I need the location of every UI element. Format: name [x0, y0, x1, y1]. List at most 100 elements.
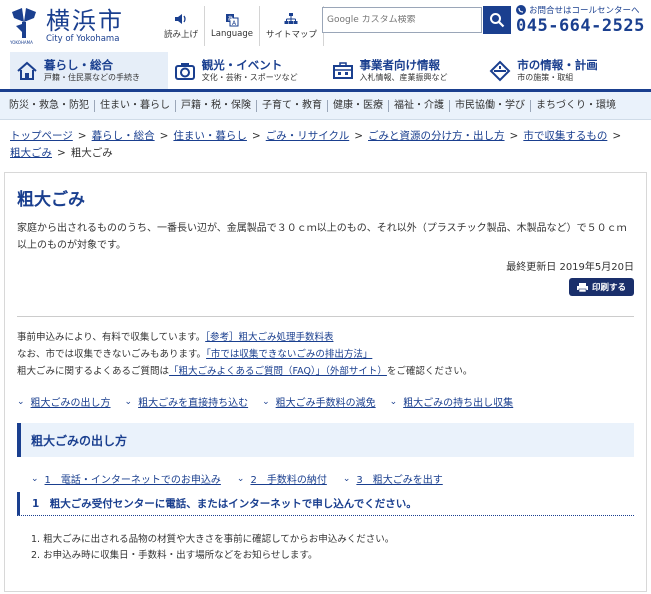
print-label: 印刷する [591, 283, 626, 293]
sub-nav-item-housing[interactable]: 住まい・暮らし [95, 99, 176, 112]
divider [17, 316, 634, 317]
contact-number[interactable]: 045-664-2525 [516, 16, 646, 36]
section-heading: 粗大ごみの出し方 [17, 423, 634, 457]
chevron-down-icon: ⌄ [236, 473, 245, 484]
main-nav: 暮らし・総合 戸籍・住民票などの手続き 観光・イベント 文化・芸術・スポーツなど… [0, 52, 651, 92]
logo-title: 横浜市 [46, 7, 124, 35]
faq-link[interactable]: 「粗大ごみよくあるご質問（FAQ）」（外部サイト） [169, 366, 387, 377]
search-button[interactable] [483, 6, 511, 34]
language-button[interactable]: あ A Language [205, 6, 260, 46]
notice-block: 事前申込みにより、有料で収集しています。［参考］粗大ごみ処理手数料表 なお、市で… [17, 329, 634, 380]
sub-nav-item-safety[interactable]: 防災・救急・防犯 [4, 99, 95, 112]
page-title: 粗大ごみ [17, 190, 85, 210]
sub-nav-item-citizen[interactable]: 市民協働・学び [450, 99, 531, 112]
anchor-links: ⌄ 粗大ごみの出し方 ⌄ 粗大ごみを直接持ち込む ⌄ 粗大ごみ手数料の減免 ⌄ 粗大ごみ… [17, 394, 634, 410]
sub-nav-item-childcare[interactable]: 子育て・教育 [257, 99, 328, 112]
breadcrumb-link-living[interactable]: 暮らし・総合 [92, 130, 155, 142]
main-nav-business[interactable]: 事業者向け情報 入札情報、産業振興など [326, 52, 484, 89]
anchor-fee-exemption-label[interactable]: 粗大ごみ手数料の減免 [276, 394, 376, 409]
chevron-down-icon: ⌄ [389, 396, 398, 407]
breadcrumb-link-sorting[interactable]: ごみと資源の分け方・出し方 [368, 130, 505, 142]
anchor-carry-out[interactable]: ⌄ 粗大ごみの持ち出し収集 [389, 394, 514, 410]
logo-subtitle: City of Yokohama [46, 34, 120, 44]
sitemap-label: サイトマップ [265, 30, 317, 40]
main-nav-living[interactable]: 暮らし・総合 戸籍・住民票などの手続き [10, 52, 168, 89]
camera-icon [174, 62, 195, 80]
search-input[interactable] [327, 15, 481, 25]
anchor-bring-in-label[interactable]: 粗大ごみを直接持ち込む [138, 394, 248, 409]
lead-line-2: 以上のものが対象です。 [17, 240, 126, 251]
list-item: 2. お申込み時に収集日・手数料・出す場所などをお知らせします。 [31, 550, 318, 561]
read-aloud-button[interactable]: 読み上げ [158, 6, 206, 46]
step1-heading: 1 粗大ごみ受付センターに電話、またはインターネットで申し込んでください。 [17, 492, 634, 516]
breadcrumb-link-bulky[interactable]: 粗大ごみ [10, 147, 52, 159]
sub-nav-item-welfare[interactable]: 福祉・介護 [389, 99, 450, 112]
main-nav-tourism[interactable]: 観光・イベント 文化・芸術・スポーツなど [168, 52, 326, 89]
translate-icon: あ A [225, 14, 239, 27]
sub-nav: 防災・救急・防犯 住まい・暮らし 戸籍・税・保険 子育て・教育 健康・医療 福祉… [0, 92, 651, 120]
breadcrumb-link-recycling[interactable]: ごみ・リサイクル [266, 130, 349, 142]
notice-1-text: 事前申込みにより、有料で収集しています。 [17, 332, 206, 343]
contact-info: お問合せはコールセンターへ 045-664-2525 [516, 4, 646, 36]
sub-nav-item-environment[interactable]: まちづくり・環境 [531, 100, 621, 112]
step-link-1-label[interactable]: 1 電話・インターネットでのお申込み [45, 471, 221, 486]
breadcrumb-link-city-collection[interactable]: 市で収集するもの [523, 130, 607, 142]
main-nav-business-title: 事業者向け情報 [359, 58, 441, 72]
svg-text:YOKOHAMA: YOKOHAMA [9, 40, 33, 45]
step-link-2-label[interactable]: 2 手数料の納付 [250, 471, 326, 486]
anchor-how-to[interactable]: ⌄ 粗大ごみの出し方 [17, 394, 111, 410]
site-header: YOKOHAMA 横浜市 City of Yokohama 読み上げ あ A L… [0, 0, 651, 52]
instruction-list: 1. 粗大ごみに出される品物の材質や大きさを事前に確認してからお申込みください。… [17, 532, 634, 564]
breadcrumb-link-housing[interactable]: 住まい・暮らし [173, 130, 247, 142]
anchor-bring-in[interactable]: ⌄ 粗大ごみを直接持ち込む [124, 394, 249, 410]
phone-icon [516, 5, 526, 15]
main-content: 粗大ごみ 家庭から出されるもののうち、一番長い辺が、金属製品で３０ｃｍ以上のもの… [4, 172, 647, 592]
anchor-how-to-label[interactable]: 粗大ごみの出し方 [31, 394, 111, 409]
step-link-3-label[interactable]: 3 粗大ごみを出す [356, 471, 442, 486]
main-nav-living-title: 暮らし・総合 [44, 58, 113, 72]
notice-3-tail: をご確認ください。 [386, 366, 473, 377]
main-nav-city-info[interactable]: 市の情報・計画 市の施策・取組 [483, 52, 641, 89]
anchor-fee-exemption[interactable]: ⌄ 粗大ごみ手数料の減免 [262, 394, 376, 410]
compass-icon [489, 60, 511, 81]
home-icon [17, 61, 37, 80]
sub-nav-item-health[interactable]: 健康・医療 [328, 99, 389, 112]
search-box [322, 7, 482, 33]
speaker-icon [175, 14, 186, 24]
notice-2-text: なお、市では収集できないごみもあります。 [17, 349, 207, 360]
main-nav-business-sub: 入札情報、産業振興など [359, 73, 448, 82]
chevron-down-icon: ⌄ [262, 396, 270, 407]
step-link-1[interactable]: ⌄ 1 電話・インターネットでのお申込み [31, 471, 221, 487]
chevron-down-icon: ⌄ [342, 473, 351, 484]
chevron-down-icon: ⌄ [124, 396, 133, 407]
main-nav-city-info-title: 市の情報・計画 [517, 58, 598, 72]
chevron-down-icon: ⌄ [31, 473, 39, 484]
main-nav-tourism-sub: 文化・芸術・スポーツなど [201, 73, 298, 82]
step-links: ⌄ 1 電話・インターネットでのお申込み ⌄ 2 手数料の納付 ⌄ 3 粗大ごみを出す [17, 471, 634, 487]
printer-icon [576, 282, 588, 292]
main-nav-city-info-sub: 市の施策・取組 [517, 73, 574, 82]
print-button[interactable]: 印刷する [568, 278, 634, 296]
fee-table-link[interactable]: ［参考］粗大ごみ処理手数料表 [205, 332, 333, 343]
list-item: 1. 粗大ごみに出される品物の材質や大きさを事前に確認してからお申込みください。 [31, 534, 395, 545]
contact-label: お問合せはコールセンターへ [529, 6, 640, 16]
site-logo[interactable]: YOKOHAMA 横浜市 City of Yokohama [8, 4, 158, 48]
language-label: Language [211, 29, 253, 39]
sub-nav-item-family-register[interactable]: 戸籍・税・保険 [176, 99, 257, 112]
last-updated: 最終更新日 2019年5月20日 [506, 262, 634, 273]
lead-line-1: 家庭から出されるもののうち、一番長い辺が、金属製品で３０ｃｍ以上のもの、それ以外… [17, 223, 627, 234]
sitemap-icon [284, 13, 298, 24]
breadcrumb-current: 粗大ごみ [70, 147, 113, 159]
notice-3-text: 粗大ごみに関するよくあるご質問は [17, 366, 170, 377]
breadcrumb-link-top[interactable]: トップページ [10, 130, 73, 142]
step-link-3[interactable]: ⌄ 3 粗大ごみを出す [342, 471, 443, 487]
read-aloud-label: 読み上げ [164, 30, 199, 40]
anchor-carry-out-label[interactable]: 粗大ごみの持ち出し収集 [403, 394, 513, 409]
lead-text: 家庭から出されるもののうち、一番長い辺が、金属製品で３０ｃｍ以上のもの、それ以外… [17, 220, 634, 254]
main-nav-living-sub: 戸籍・住民票などの手続き [44, 73, 140, 82]
main-nav-tourism-title: 観光・イベント [201, 58, 283, 72]
yokohama-logo-mark-icon: YOKOHAMA [9, 8, 36, 45]
uncollectable-link[interactable]: 「市では収集できないごみの排出方法」 [206, 349, 372, 360]
step-link-2[interactable]: ⌄ 2 手数料の納付 [236, 471, 327, 487]
sitemap-button[interactable]: サイトマップ [260, 6, 324, 46]
